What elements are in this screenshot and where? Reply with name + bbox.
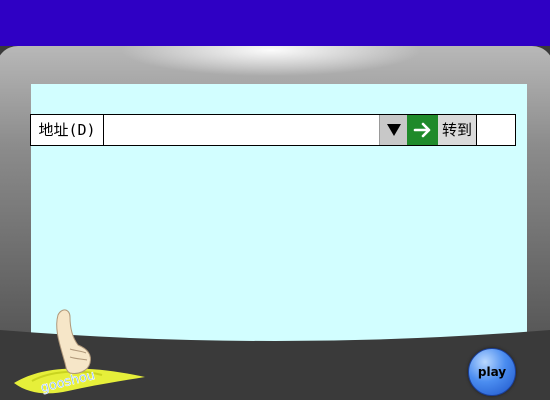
gooshou-logo: gooshou [14, 309, 145, 396]
go-button[interactable]: 转到 [438, 115, 477, 145]
play-label: play [477, 365, 507, 379]
address-bar: 地址(D) 转到 [30, 114, 516, 146]
url-input[interactable] [104, 115, 387, 145]
play-button[interactable]: play [468, 348, 516, 396]
address-dropdown-button[interactable] [379, 115, 408, 145]
right-arrow-icon [413, 122, 430, 138]
dropdown-triangle-icon [387, 124, 401, 136]
go-arrow-button[interactable] [407, 115, 438, 145]
address-label: 地址(D) [31, 115, 104, 145]
